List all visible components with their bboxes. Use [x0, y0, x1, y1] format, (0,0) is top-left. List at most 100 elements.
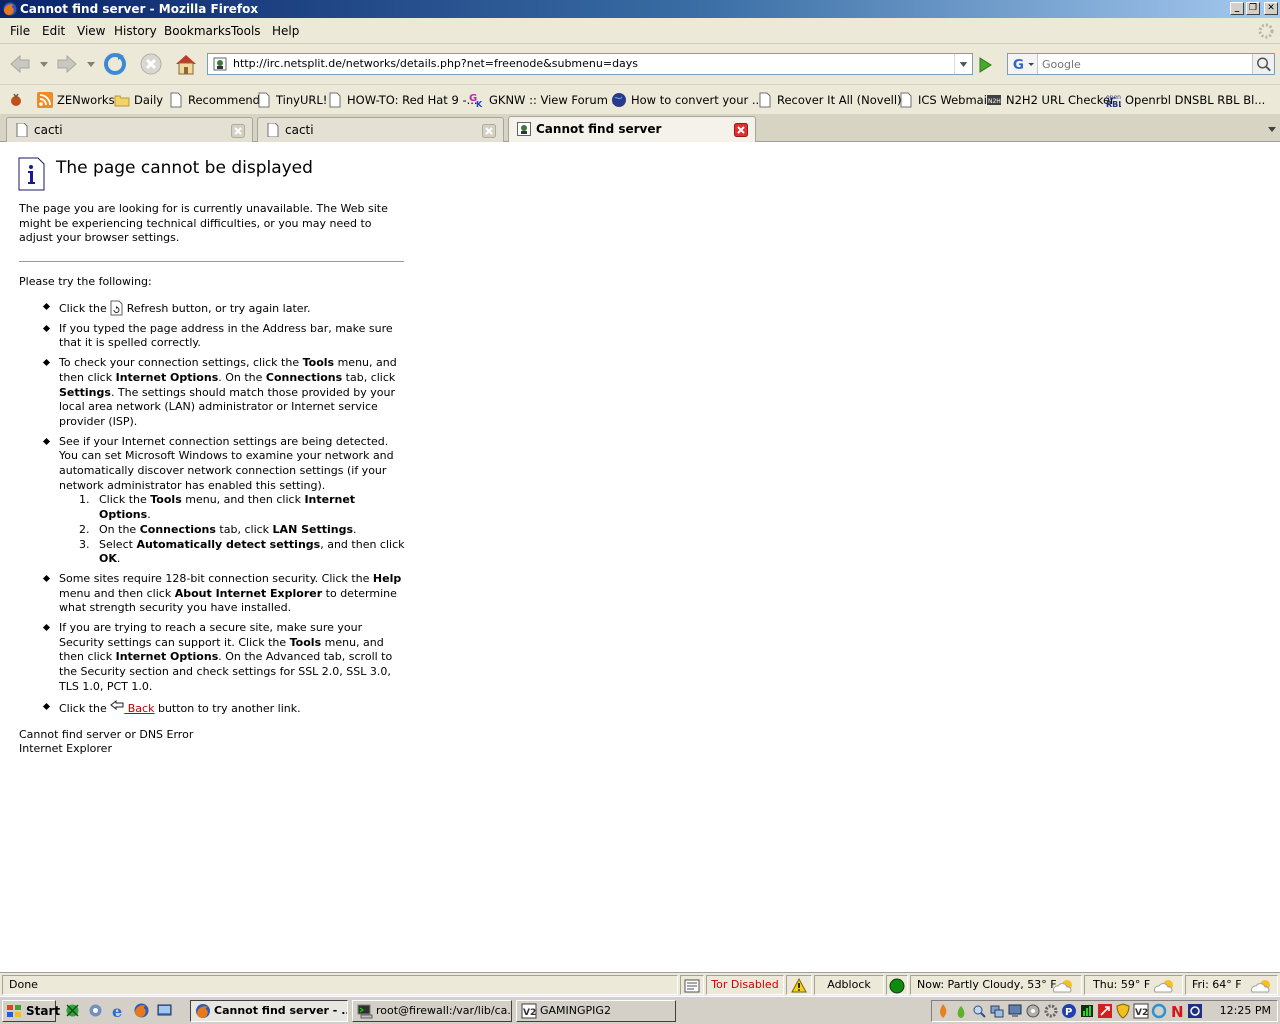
- stop-button[interactable]: [137, 50, 165, 78]
- weather-now[interactable]: Now: Partly Cloudy, 53° F: [910, 975, 1082, 995]
- quicklaunch-network-icon[interactable]: [64, 1002, 81, 1019]
- warning-cell[interactable]: [786, 975, 812, 995]
- tab-cacti-2[interactable]: cacti: [257, 117, 504, 142]
- back-link[interactable]: Back: [110, 699, 154, 715]
- bookmark-label: How to convert your ...: [631, 93, 763, 107]
- bookmark-label: Recover It All (Novell)...: [777, 93, 913, 107]
- address-bar[interactable]: [207, 53, 973, 75]
- list-item: If you are trying to reach a secure site…: [42, 621, 407, 695]
- gknw-icon: GK: [469, 93, 483, 108]
- close-tab-icon[interactable]: [734, 123, 748, 137]
- bookmark-item[interactable]: N2H2 N2H2 URL Checker: [986, 92, 1115, 108]
- tray-search-icon[interactable]: [971, 1003, 987, 1019]
- tray-computer-icon[interactable]: [1007, 1003, 1023, 1019]
- online-status-cell[interactable]: [886, 975, 908, 995]
- menu-file[interactable]: File: [10, 24, 30, 38]
- start-button[interactable]: Start: [2, 1000, 60, 1022]
- step-item: 1. Click the Tools menu, and then click I…: [79, 493, 356, 522]
- google-engine-icon[interactable]: G: [1008, 54, 1038, 74]
- restore-button[interactable]: ❐: [1246, 2, 1260, 15]
- bookmark-item[interactable]: Recover It All (Novell)...: [757, 92, 913, 108]
- tray-circle-icon[interactable]: [1151, 1003, 1167, 1019]
- menu-history[interactable]: History: [114, 24, 157, 38]
- tray-red-arrows-icon[interactable]: [1097, 1003, 1113, 1019]
- back-history-dropdown-icon[interactable]: [40, 62, 48, 68]
- menu-bookmarks[interactable]: Bookmarks: [164, 24, 231, 38]
- weather-fri[interactable]: Fri: 64° F: [1185, 975, 1278, 995]
- bookmark-item[interactable]: HOW-TO: Red Hat 9 -...: [327, 92, 478, 108]
- forward-history-dropdown-icon[interactable]: [87, 62, 95, 68]
- status-bar: Done Tor Disabled Adblock Now: Partly Cl…: [0, 972, 1280, 996]
- bookmark-item[interactable]: ZENworks: [37, 92, 115, 108]
- taskbar-window-terminal[interactable]: root@firewall:/var/lib/ca...: [352, 1000, 512, 1022]
- quicklaunch-tools-icon[interactable]: [87, 1002, 104, 1019]
- quicklaunch-firefox-icon[interactable]: [133, 1002, 150, 1019]
- weather-thu[interactable]: Thu: 59° F: [1084, 975, 1183, 995]
- tab-cannot-find-server[interactable]: Cannot find server: [508, 116, 756, 142]
- tray-shield-icon[interactable]: [1115, 1003, 1131, 1019]
- close-tab-icon[interactable]: [482, 124, 496, 138]
- bookmark-item[interactable]: ICS Webmail: [898, 92, 990, 108]
- tab-label: cacti: [34, 123, 63, 137]
- svg-text:G: G: [1013, 57, 1024, 73]
- tray-n-icon[interactable]: N: [1169, 1003, 1185, 1019]
- svg-text:P: P: [1065, 1007, 1072, 1018]
- url-history-dropdown-icon[interactable]: [954, 54, 972, 74]
- tray-disc-icon[interactable]: [1025, 1003, 1041, 1019]
- step-item: 3. Select Automatically detect settings, …: [79, 537, 405, 566]
- tray-target-icon[interactable]: [1187, 1003, 1203, 1019]
- all-tabs-dropdown-icon[interactable]: [1264, 117, 1280, 141]
- bookmark-extension-icon[interactable]: [8, 92, 24, 108]
- menu-help[interactable]: Help: [272, 24, 299, 38]
- adblock-status[interactable]: Adblock: [814, 975, 884, 995]
- reload-button[interactable]: [101, 50, 129, 78]
- list-item: If you typed the page address in the Add…: [42, 322, 407, 351]
- tray-p-icon[interactable]: P: [1061, 1003, 1077, 1019]
- tray-flame-icon[interactable]: [935, 1003, 951, 1019]
- search-input[interactable]: [1040, 54, 1248, 74]
- tray-network-icon[interactable]: [989, 1003, 1005, 1019]
- quicklaunch-internet-explorer-icon[interactable]: e: [110, 1002, 127, 1019]
- bookmark-item[interactable]: GK GKNW :: View Forum ...: [469, 92, 623, 108]
- tab-label: cacti: [285, 123, 314, 137]
- bookmark-item[interactable]: open RBL Openrbl DNSBL RBL Bl...: [1105, 92, 1265, 108]
- taskbar-clock: 12:25 PM: [1219, 1004, 1271, 1017]
- home-button[interactable]: [172, 50, 200, 78]
- menu-view[interactable]: View: [77, 24, 105, 38]
- tray-pear-icon[interactable]: [953, 1003, 969, 1019]
- menu-tools[interactable]: Tools: [231, 24, 261, 38]
- error-type-text: Cannot find server or DNS Error: [19, 728, 194, 741]
- bookmark-item[interactable]: Recommend: [168, 92, 260, 108]
- bookmark-item[interactable]: TinyURL!: [256, 92, 327, 108]
- list-item: Some sites require 128-bit connection se…: [42, 572, 407, 616]
- svg-text:e: e: [112, 1002, 122, 1019]
- list-item: Click the Refresh button, or try again l…: [42, 300, 407, 317]
- close-window-button[interactable]: ✕: [1264, 2, 1278, 15]
- tray-meter-icon[interactable]: [1079, 1003, 1095, 1019]
- divider: [19, 261, 404, 262]
- globe-icon: [612, 93, 626, 107]
- minimize-button[interactable]: _: [1230, 2, 1244, 15]
- menu-edit[interactable]: Edit: [42, 24, 65, 38]
- tray-vnc-icon[interactable]: V2: [1133, 1003, 1149, 1019]
- back-button[interactable]: [6, 50, 34, 78]
- go-button-icon[interactable]: [976, 56, 994, 74]
- bookmark-label: ICS Webmail: [918, 93, 991, 107]
- tor-status[interactable]: Tor Disabled: [706, 975, 784, 995]
- forward-button[interactable]: [53, 50, 81, 78]
- bookmark-item[interactable]: How to convert your ...: [611, 92, 763, 108]
- bookmark-label: GKNW :: View Forum ...: [489, 93, 623, 107]
- url-input[interactable]: [233, 54, 953, 74]
- search-bar[interactable]: G: [1007, 53, 1275, 75]
- search-magnifier-icon[interactable]: [1252, 54, 1274, 74]
- taskbar-window-vnc[interactable]: V2 GAMINGPIG2: [516, 1000, 676, 1022]
- page-info-cell[interactable]: [680, 975, 704, 995]
- bookmark-label: Recommend: [188, 93, 260, 107]
- quicklaunch-show-desktop-icon[interactable]: [156, 1002, 173, 1019]
- close-tab-icon[interactable]: [231, 124, 245, 138]
- tab-cacti-1[interactable]: cacti: [6, 117, 253, 142]
- bookmark-folder[interactable]: Daily: [114, 92, 163, 108]
- page-info-icon: [684, 979, 700, 993]
- taskbar-window-firefox[interactable]: Cannot find server - ...: [190, 1000, 348, 1022]
- tray-gear-icon[interactable]: [1043, 1003, 1059, 1019]
